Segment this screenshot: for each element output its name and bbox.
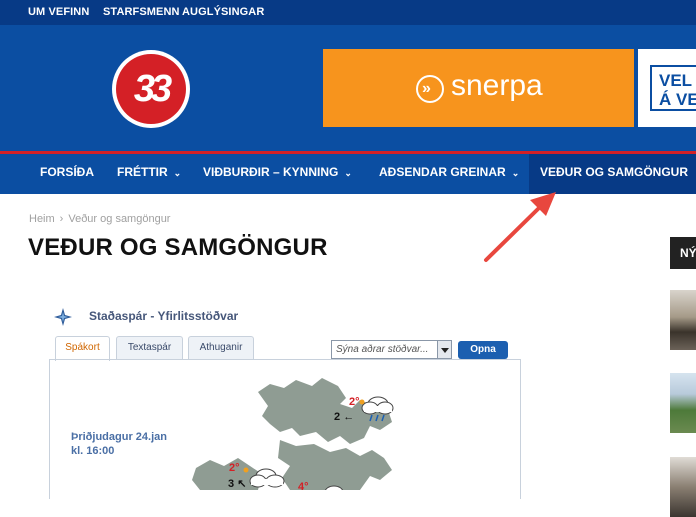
annotation-arrow [484, 192, 556, 262]
station-wind: 2 ← [334, 411, 355, 423]
station-temperature: 2° [349, 396, 360, 408]
station-temperature: 4° [298, 481, 309, 493]
sun-icon [243, 467, 249, 473]
station-temperature: 2° [229, 462, 240, 474]
map-landmass [192, 378, 392, 490]
sun-icon [359, 399, 365, 405]
station-wind: 3 ↖ [228, 478, 247, 490]
wind-arrow-icon: ← [343, 411, 355, 423]
wind-arrow-icon: ↖ [237, 478, 247, 490]
